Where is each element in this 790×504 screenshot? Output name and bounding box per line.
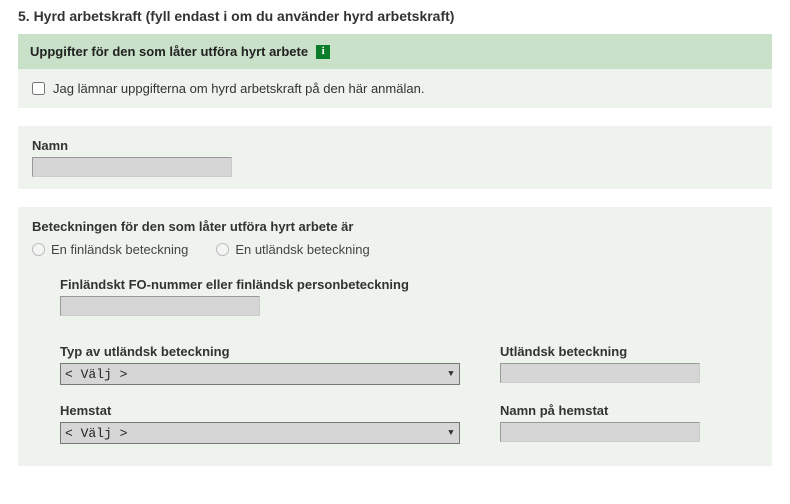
home-state-select[interactable]: < Välj > ▼: [60, 422, 460, 444]
section-header-text: Uppgifter för den som låter utföra hyrt …: [30, 44, 308, 59]
radio-icon: [216, 243, 229, 256]
declaration-checkbox-row[interactable]: Jag lämnar uppgifterna om hyrd arbetskra…: [32, 81, 758, 96]
home-state-label: Hemstat: [60, 403, 460, 418]
foreign-type-label: Typ av utländsk beteckning: [60, 344, 460, 359]
radio-finnish[interactable]: En finländsk beteckning: [32, 242, 188, 257]
declaration-checkbox-label: Jag lämnar uppgifterna om hyrd arbetskra…: [53, 81, 424, 96]
declaration-checkbox[interactable]: [32, 82, 45, 95]
name-input[interactable]: [32, 157, 232, 177]
name-panel: Namn: [18, 126, 772, 189]
foreign-id-label: Utländsk beteckning: [500, 344, 720, 359]
info-icon[interactable]: i: [316, 45, 330, 59]
home-state-name-label: Namn på hemstat: [500, 403, 720, 418]
foreign-type-select[interactable]: < Välj > ▼: [60, 363, 460, 385]
section-header-bar: Uppgifter för den som låter utföra hyrt …: [18, 34, 772, 69]
identifier-radio-row: En finländsk beteckning En utländsk bete…: [32, 242, 758, 257]
finnish-id-input[interactable]: [60, 296, 260, 316]
chevron-down-icon: ▼: [443, 364, 459, 384]
section-title: 5. Hyrd arbetskraft (fyll endast i om du…: [18, 8, 772, 24]
chevron-down-icon: ▼: [443, 423, 459, 443]
home-state-name-input[interactable]: [500, 422, 700, 442]
name-label: Namn: [32, 138, 758, 153]
identifier-legend: Beteckningen för den som låter utföra hy…: [32, 219, 758, 234]
foreign-type-selected: < Välj >: [65, 367, 127, 382]
radio-icon: [32, 243, 45, 256]
radio-finnish-label: En finländsk beteckning: [51, 242, 188, 257]
radio-foreign[interactable]: En utländsk beteckning: [216, 242, 369, 257]
declaration-panel: Jag lämnar uppgifterna om hyrd arbetskra…: [18, 69, 772, 108]
radio-foreign-label: En utländsk beteckning: [235, 242, 369, 257]
finnish-id-label: Finländskt FO-nummer eller finländsk per…: [60, 277, 758, 292]
home-state-selected: < Välj >: [65, 426, 127, 441]
identifier-panel: Beteckningen för den som låter utföra hy…: [18, 207, 772, 466]
foreign-id-input[interactable]: [500, 363, 700, 383]
